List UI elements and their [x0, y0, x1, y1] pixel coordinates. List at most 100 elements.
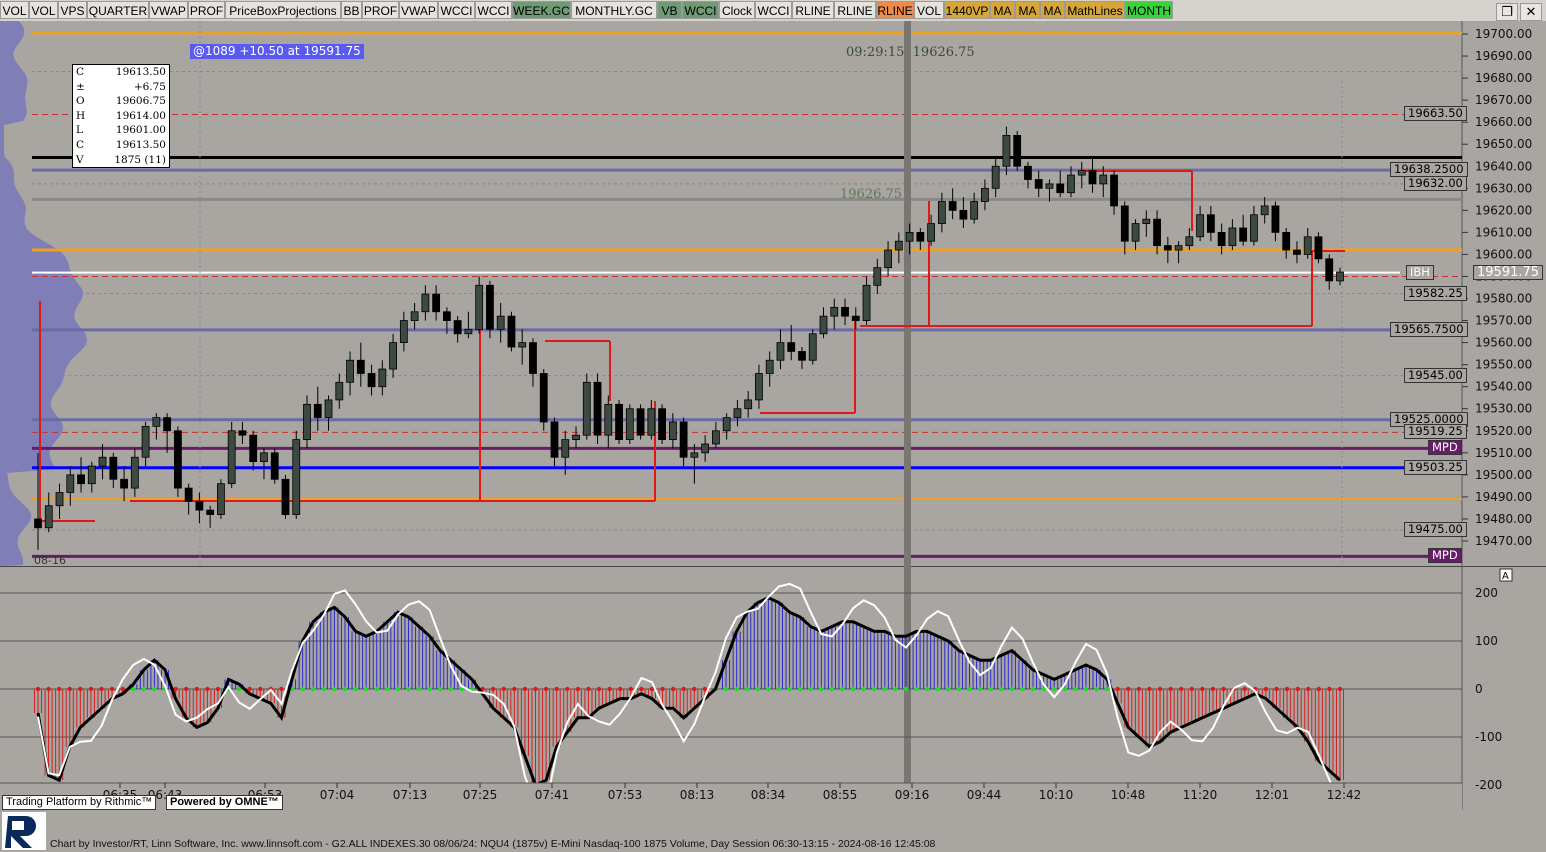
toolbar-button-month[interactable]: MONTH: [1125, 1, 1173, 19]
candle[interactable]: [658, 404, 666, 445]
toolbar-button-week-gc[interactable]: WEEK.GC: [512, 1, 571, 19]
zero-line-dot: [681, 686, 686, 692]
candle-body: [1153, 218, 1161, 247]
toolbar-button-vol[interactable]: VOL: [914, 1, 944, 19]
candle-body: [550, 421, 559, 458]
zero-line-dot: [279, 686, 284, 692]
candle-body: [1034, 179, 1043, 189]
candle-body: [410, 311, 419, 321]
candle-body: [1336, 271, 1344, 282]
candle-body: [1271, 205, 1280, 233]
candle-body: [1196, 214, 1205, 238]
toolbar-button-clock[interactable]: Clock: [719, 1, 755, 19]
zero-line-dot: [332, 686, 337, 692]
toolbar-button-vol[interactable]: VOL: [0, 1, 29, 19]
candle[interactable]: [615, 399, 623, 445]
wcci-oscillator-panel[interactable]: 2001000-100-200A06:3506:4306:5307:0407:1…: [0, 566, 1546, 810]
candle[interactable]: [593, 373, 602, 445]
toolbar-button-wcci[interactable]: WCCI: [755, 1, 792, 19]
candle[interactable]: [1013, 130, 1022, 171]
toolbar-button-vwap[interactable]: VWAP: [149, 1, 188, 19]
candle-body: [937, 201, 946, 224]
toolbar-button-ma[interactable]: MA: [1015, 1, 1040, 19]
time-tick-label: 07:41: [535, 788, 570, 802]
clock-time: 09:29:15: [846, 45, 905, 60]
candle[interactable]: [1314, 232, 1323, 264]
toolbar-button-prof[interactable]: PROF: [362, 1, 399, 19]
ohlc-data-window: C 19613.50 ± +6.75 O 19606.75 H 19614.00 L 19601.…: [72, 64, 170, 168]
candle[interactable]: [507, 311, 516, 352]
candle[interactable]: [270, 448, 279, 484]
candle-body: [249, 434, 258, 463]
candle[interactable]: [292, 430, 301, 519]
toolbar-button-wcci[interactable]: WCCI: [475, 1, 512, 19]
level-label: 19565.7500: [1390, 321, 1468, 337]
zero-line-dot: [935, 686, 940, 692]
candle-body: [765, 359, 774, 374]
toolbar-button-vps[interactable]: VPS: [58, 1, 87, 19]
branding: Trading Platform by Rithmic™ Powered by …: [0, 795, 300, 810]
candle-body: [1056, 183, 1065, 194]
price-tick-label: 19520.00: [1475, 424, 1532, 438]
candle-body: [1131, 223, 1140, 242]
toolbar-button-priceboxprojections[interactable]: PriceBoxProjections: [225, 1, 341, 19]
toolbar-button-wcci[interactable]: WCCI: [682, 1, 719, 19]
candle-body: [1067, 174, 1075, 194]
toolbar-button-quarter[interactable]: QUARTER: [87, 1, 149, 19]
candle-body: [733, 408, 742, 418]
toolbar-button-mathlines[interactable]: MathLines: [1065, 1, 1125, 19]
zero-line-dot: [1263, 686, 1269, 692]
zero-line-dot: [1284, 686, 1290, 692]
toolbar-button-ma[interactable]: MA: [990, 1, 1015, 19]
toolbar-button-prof[interactable]: PROF: [188, 1, 225, 19]
zero-line-dot: [840, 686, 845, 692]
candle[interactable]: [486, 280, 494, 339]
zero-line-dot: [1179, 686, 1184, 692]
time-tick-label: 07:04: [320, 788, 355, 802]
toolbar-button-rline[interactable]: RLINE: [876, 1, 914, 19]
candle[interactable]: [636, 404, 645, 440]
toolbar-button-bb[interactable]: BB: [341, 1, 362, 19]
zero-line-dot: [702, 686, 708, 692]
ohlc-row: V 1875 (11): [76, 153, 166, 168]
zero-line-dot: [194, 686, 199, 692]
candle[interactable]: [582, 373, 591, 440]
candle[interactable]: [217, 479, 225, 519]
toolbar-button-ma[interactable]: MA: [1040, 1, 1065, 19]
close-window-icon[interactable]: ✕: [1520, 3, 1542, 21]
candle[interactable]: [539, 369, 548, 431]
candle-body: [55, 492, 64, 507]
candle[interactable]: [475, 276, 484, 334]
price-chart-panel[interactable]: 19700.00 19690.00 19680.00 19670.00 19660.00…: [0, 21, 1546, 566]
toolbar-button-rline[interactable]: RLINE: [792, 1, 834, 19]
candle-body: [227, 430, 236, 485]
price-tick-label: 19500.00: [1475, 468, 1532, 482]
toolbar-button-rline[interactable]: RLINE: [834, 1, 876, 19]
candle-body: [647, 408, 656, 436]
candle[interactable]: [281, 474, 290, 519]
price-tick-label: 19640.00: [1475, 159, 1532, 173]
candle-body: [399, 320, 408, 344]
toolbar-button-monthly-gc[interactable]: MONTHLY.GC: [571, 1, 657, 19]
ohlc-key: L: [76, 124, 83, 137]
zero-line-dot: [766, 686, 771, 692]
toolbar-button-vb[interactable]: VB: [657, 1, 682, 19]
toolbar-button-1440vp[interactable]: 1440VP: [944, 1, 990, 19]
zero-line-dot: [797, 686, 803, 692]
zero-line-dot: [1094, 686, 1099, 692]
toolbar-button-vwap[interactable]: VWAP: [399, 1, 438, 19]
ohlc-value: 19614.00: [115, 109, 166, 122]
candle[interactable]: [625, 404, 634, 445]
toolbar-button-wcci[interactable]: WCCI: [438, 1, 475, 19]
candle-body: [1174, 245, 1183, 251]
restore-window-icon[interactable]: ❐: [1496, 3, 1518, 21]
toolbar-button-vol[interactable]: VOL: [29, 1, 58, 19]
candle-body: [927, 223, 936, 242]
candle[interactable]: [173, 426, 182, 497]
zero-line-dot: [501, 686, 506, 692]
zero-line-dot: [1073, 686, 1078, 692]
zero-line-dot: [1051, 686, 1057, 692]
candle[interactable]: [808, 329, 817, 365]
candle-body: [948, 201, 957, 211]
candle[interactable]: [227, 421, 236, 489]
